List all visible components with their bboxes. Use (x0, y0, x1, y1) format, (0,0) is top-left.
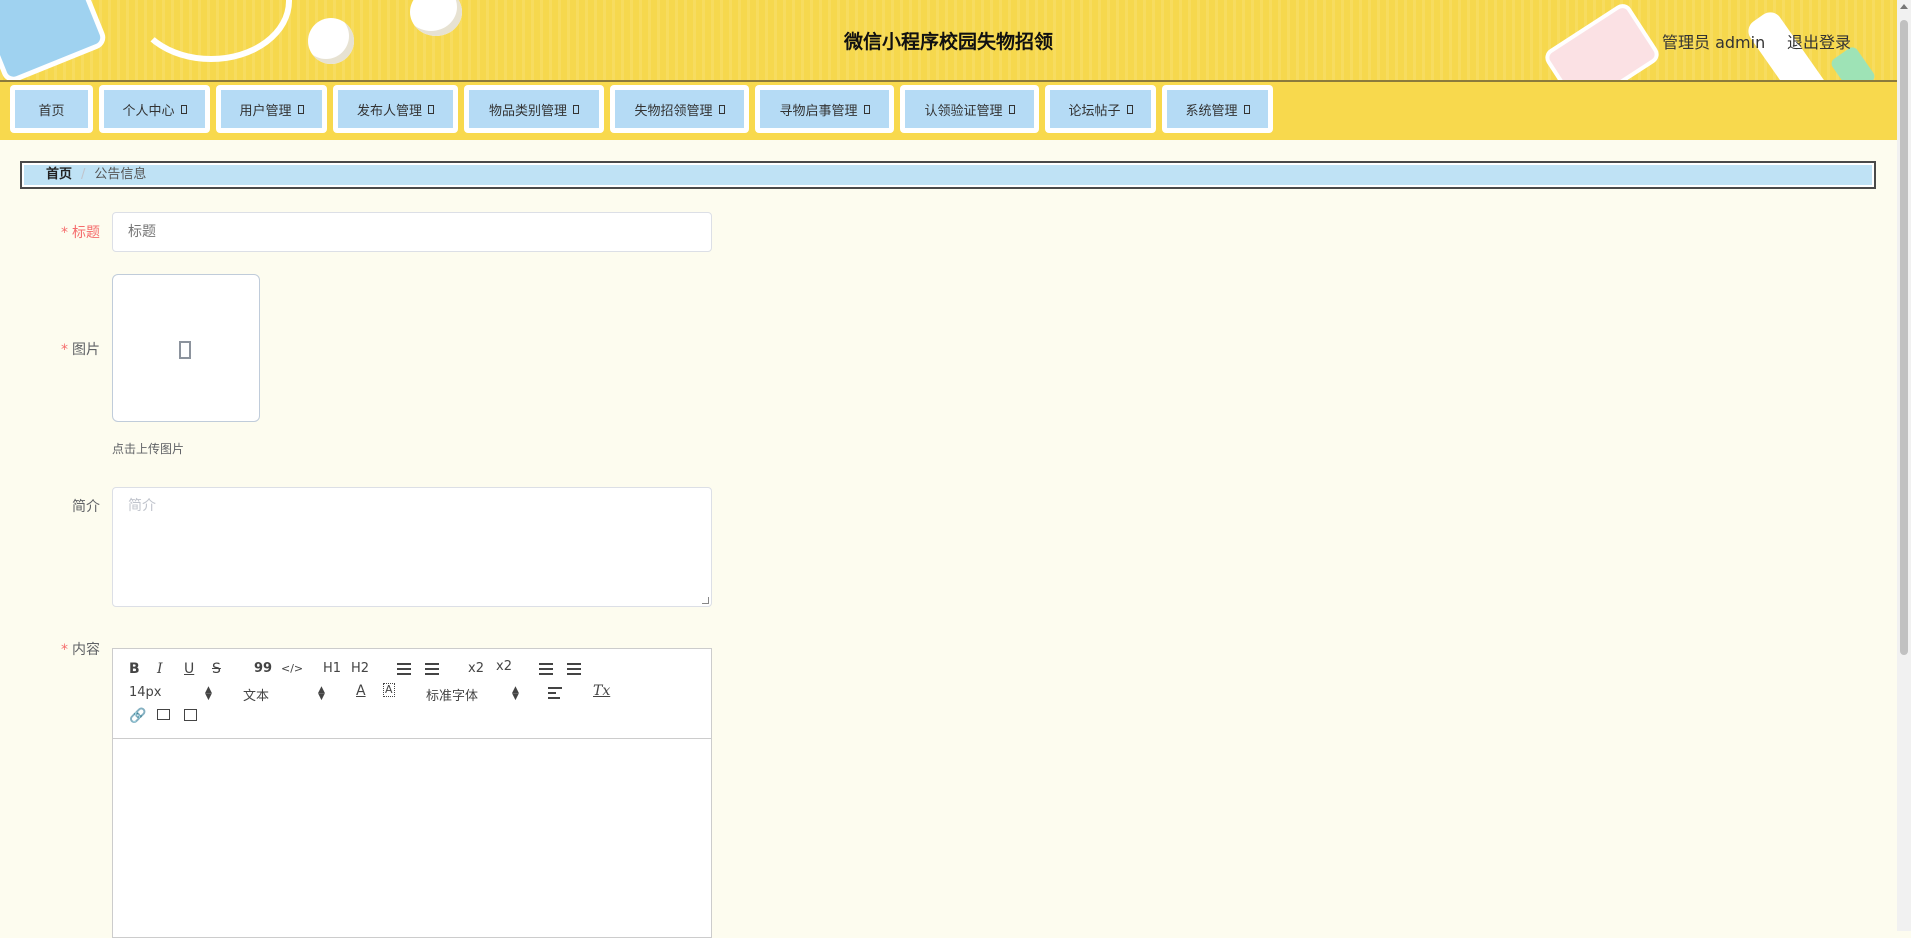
font-size-select[interactable]: 14px (129, 685, 162, 700)
page-scrollbar[interactable] (1897, 0, 1911, 931)
chevron-down-icon (1243, 104, 1250, 114)
align-left-icon[interactable] (548, 687, 562, 699)
editor-content-area[interactable] (113, 739, 711, 929)
bullet-list-icon[interactable] (425, 663, 439, 675)
nav-item-label: 个人中心 (122, 103, 175, 119)
logout-button[interactable]: 退出登录 (1787, 29, 1851, 53)
site-title: 微信小程序校园失物招领 (843, 31, 1053, 53)
image-upload-box[interactable] (112, 274, 260, 422)
subscript-button[interactable]: x2 (468, 661, 484, 677)
underline-button[interactable]: U (184, 661, 194, 677)
italic-button[interactable]: I (157, 661, 163, 677)
upload-tip: 点击上传图片 (112, 442, 185, 456)
nav-item-publisher-management[interactable]: 发布人管理 (333, 85, 458, 133)
background-color-icon[interactable]: A (383, 683, 395, 697)
nav-item-label: 系统管理 (1185, 103, 1238, 119)
superscript-button[interactable]: x2 (496, 659, 512, 675)
ordered-list-icon[interactable] (397, 663, 411, 675)
outdent-icon[interactable] (539, 663, 553, 675)
nav-item-home[interactable]: 首页 (10, 85, 93, 133)
header-bar: 微信小程序校园失物招领 管理员 admin 退出登录 (0, 0, 1897, 82)
title-input[interactable] (112, 212, 712, 252)
intro-label: 简介 (72, 499, 100, 515)
image-icon[interactable] (157, 709, 170, 720)
nav-item-forum-posts[interactable]: 论坛帖子 (1045, 85, 1156, 133)
h2-button[interactable]: H2 (351, 661, 369, 677)
nav-item-label: 物品类别管理 (488, 103, 567, 119)
chevron-down-icon (1008, 104, 1015, 114)
plus-icon (179, 341, 191, 359)
content-label: * 内容 (61, 642, 100, 658)
code-block-button[interactable]: </> (281, 661, 303, 677)
chevron-down-icon (1126, 104, 1133, 114)
user-info: 管理员 admin (1662, 33, 1766, 52)
title-label: * 标题 (61, 225, 100, 241)
font-family-select[interactable]: 标准字体 (426, 685, 478, 704)
link-icon[interactable]: 🔗 (129, 708, 146, 724)
h1-button[interactable]: H1 (323, 661, 341, 677)
blockquote-button[interactable]: 99 (254, 661, 272, 677)
bold-button[interactable]: B (129, 661, 140, 677)
nav-item-label: 论坛帖子 (1068, 103, 1121, 119)
editor-toolbar: B I U S 99 </> H1 H2 x2 x2 14px ▲ ▼ 文本 ▲ ▼… (113, 649, 711, 739)
breadcrumb: 首页 / 公告信息 (20, 161, 1876, 189)
breadcrumb-current: 公告信息 (94, 167, 147, 182)
nav-item-label: 失物招领管理 (634, 103, 713, 119)
chevron-down-icon (863, 104, 870, 114)
intro-placeholder: 简介 (128, 498, 156, 514)
nav-item-lost-found-management[interactable]: 失物招领管理 (610, 85, 749, 133)
strike-button[interactable]: S (212, 661, 221, 677)
nav-item-lost-notice-management[interactable]: 寻物启事管理 (755, 85, 894, 133)
sort-arrows-icon: ▲ ▼ (205, 685, 212, 702)
chevron-down-icon (428, 104, 434, 114)
nav-item-label: 认领验证管理 (924, 103, 1003, 119)
header-select[interactable]: 文本 (243, 685, 269, 704)
nav-item-claim-verification-management[interactable]: 认领验证管理 (900, 85, 1039, 133)
scroll-up-arrow-icon[interactable] (1900, 4, 1908, 9)
indent-icon[interactable] (567, 663, 581, 675)
nav-item-user-management[interactable]: 用户管理 (216, 85, 327, 133)
sort-arrows-icon: ▲ ▼ (318, 685, 325, 702)
image-label: * 图片 (61, 342, 100, 358)
nav-item-label: 发布人管理 (356, 103, 422, 119)
nav-item-label: 用户管理 (239, 103, 292, 119)
chevron-down-icon (180, 104, 187, 114)
video-icon[interactable] (184, 709, 197, 721)
breadcrumb-home[interactable]: 首页 (46, 167, 72, 182)
scroll-thumb[interactable] (1900, 20, 1908, 655)
resize-handle-icon[interactable] (702, 597, 709, 604)
nav-item-label: 首页 (38, 103, 65, 119)
rich-text-editor: B I U S 99 </> H1 H2 x2 x2 14px ▲ ▼ 文本 ▲ ▼… (112, 648, 712, 938)
intro-textarea[interactable]: 简介 (112, 487, 712, 607)
sort-arrows-icon: ▲ ▼ (512, 685, 519, 702)
nav-item-system-management[interactable]: 系统管理 (1162, 85, 1273, 133)
nav-item-category-management[interactable]: 物品类别管理 (464, 85, 604, 133)
chevron-down-icon (297, 104, 304, 114)
chevron-down-icon (573, 104, 579, 114)
nav-item-label: 寻物启事管理 (779, 103, 858, 119)
clear-format-button[interactable]: Tx (593, 683, 610, 699)
chevron-down-icon (718, 104, 725, 114)
font-color-icon[interactable]: A (356, 683, 366, 699)
breadcrumb-separator: / (81, 167, 86, 182)
nav-item-personal-center[interactable]: 个人中心 (99, 85, 210, 133)
